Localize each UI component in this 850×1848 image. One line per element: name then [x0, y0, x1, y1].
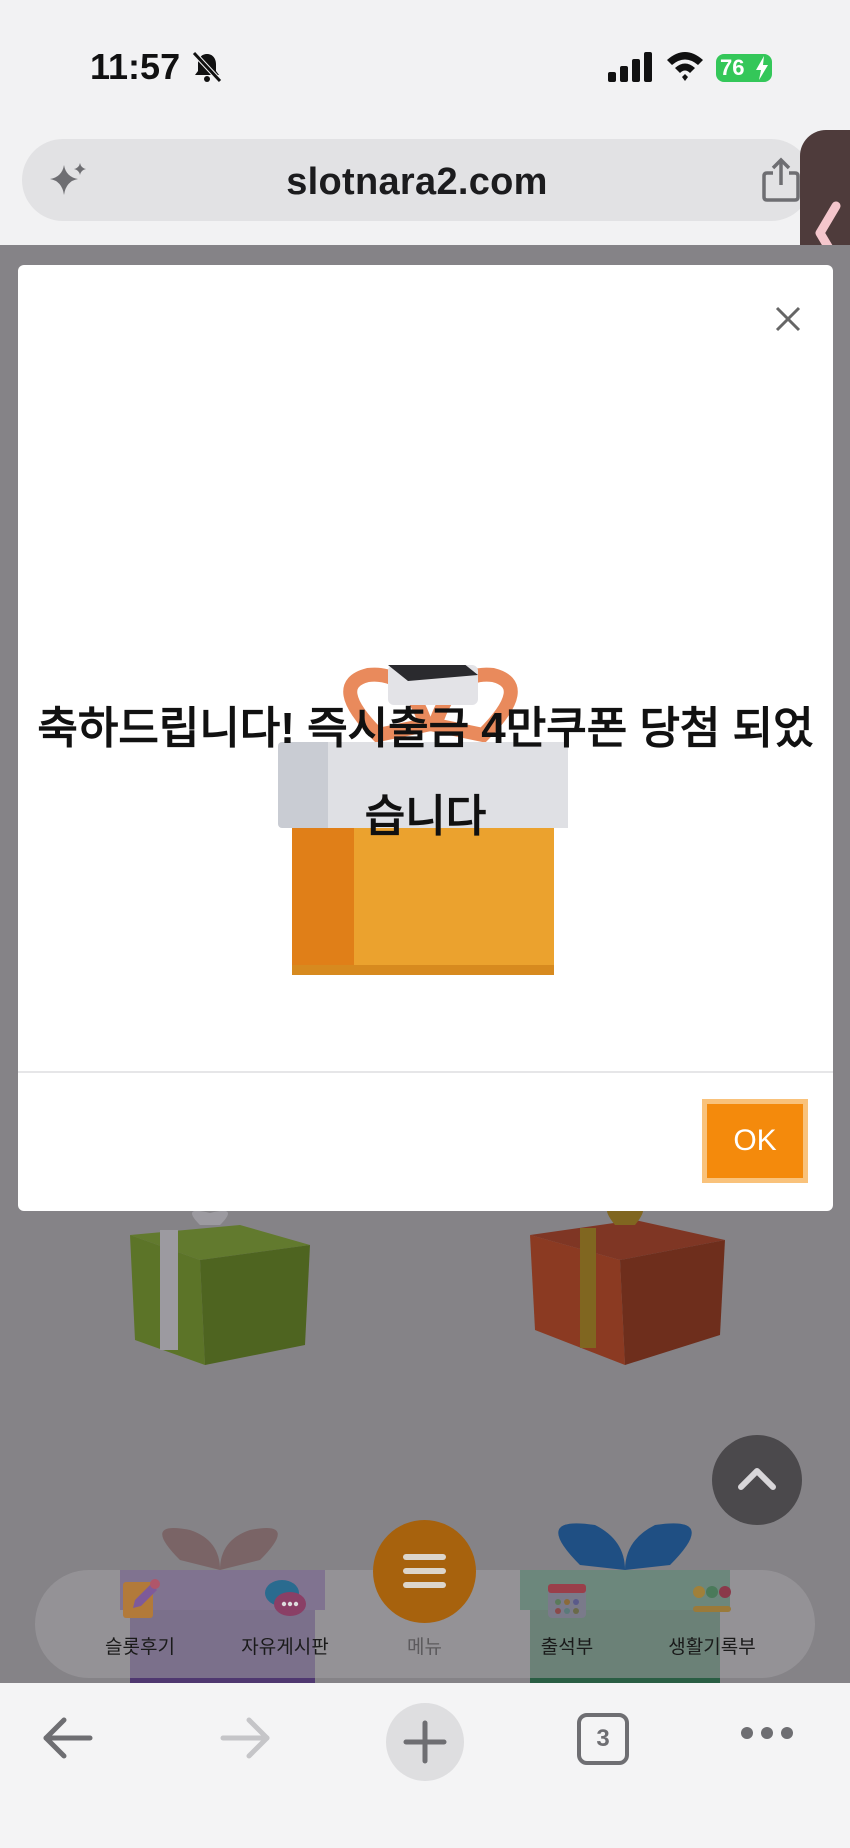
- review-icon: [123, 1579, 160, 1618]
- back-icon[interactable]: [40, 1713, 95, 1763]
- congrats-modal: 축하드립니다! 즉시출금 4만쿠폰 당첨 되었습니다 OK: [18, 265, 833, 1211]
- status-time: 11:57: [90, 46, 181, 87]
- gift-box-green-icon: [130, 1210, 310, 1365]
- browser-toolbar: 3: [0, 1683, 850, 1848]
- battery-level: 76: [720, 55, 745, 80]
- menu-button[interactable]: [373, 1520, 476, 1623]
- nav-label-attendance: 출석부: [540, 1637, 594, 1658]
- url-text[interactable]: slotnara2.com: [22, 161, 812, 204]
- plus-icon: [403, 1720, 447, 1764]
- battery-icon: 76: [716, 54, 772, 82]
- ok-button[interactable]: OK: [702, 1099, 808, 1183]
- calendar-icon: [548, 1584, 586, 1618]
- browser-address-area: slotnara2.com: [0, 135, 850, 245]
- tabs-button[interactable]: 3: [577, 1713, 629, 1765]
- nav-label-slot-review: 슬롯후기: [105, 1637, 175, 1658]
- chevron-up-icon: [738, 1468, 776, 1490]
- signal-icon: [608, 52, 652, 82]
- scroll-to-top-button[interactable]: [712, 1435, 802, 1525]
- nav-item-life-record[interactable]: 생활기록부: [647, 1570, 777, 1678]
- share-icon[interactable]: [760, 157, 802, 203]
- emoji-record-icon: [693, 1586, 731, 1612]
- nav-item-slot-review[interactable]: 슬롯후기: [75, 1570, 205, 1678]
- more-icon[interactable]: [740, 1723, 794, 1743]
- status-bar: 11:57 76: [0, 0, 850, 135]
- nav-label-life-record: 생활기록부: [668, 1637, 756, 1658]
- wifi-icon: [667, 52, 703, 81]
- modal-message: 축하드립니다! 즉시출금 4만쿠폰 당첨 되었습니다: [37, 704, 814, 841]
- menu-label: 메뉴: [407, 1637, 442, 1658]
- new-tab-button[interactable]: [386, 1703, 464, 1781]
- bell-muted-icon: [192, 51, 222, 83]
- forward-icon[interactable]: [218, 1713, 273, 1763]
- modal-divider: [18, 1071, 833, 1073]
- charging-bolt-icon: [756, 56, 768, 80]
- address-bar[interactable]: slotnara2.com: [22, 139, 812, 221]
- nav-item-attendance[interactable]: 출석부: [502, 1570, 632, 1678]
- gift-box-red-icon: [530, 1207, 725, 1365]
- close-icon[interactable]: [772, 303, 804, 335]
- nav-label-free-board: 자유게시판: [241, 1637, 329, 1658]
- hamburger-icon: [403, 1554, 446, 1588]
- nav-item-free-board[interactable]: 자유게시판: [220, 1570, 350, 1678]
- chat-icon: [265, 1580, 306, 1616]
